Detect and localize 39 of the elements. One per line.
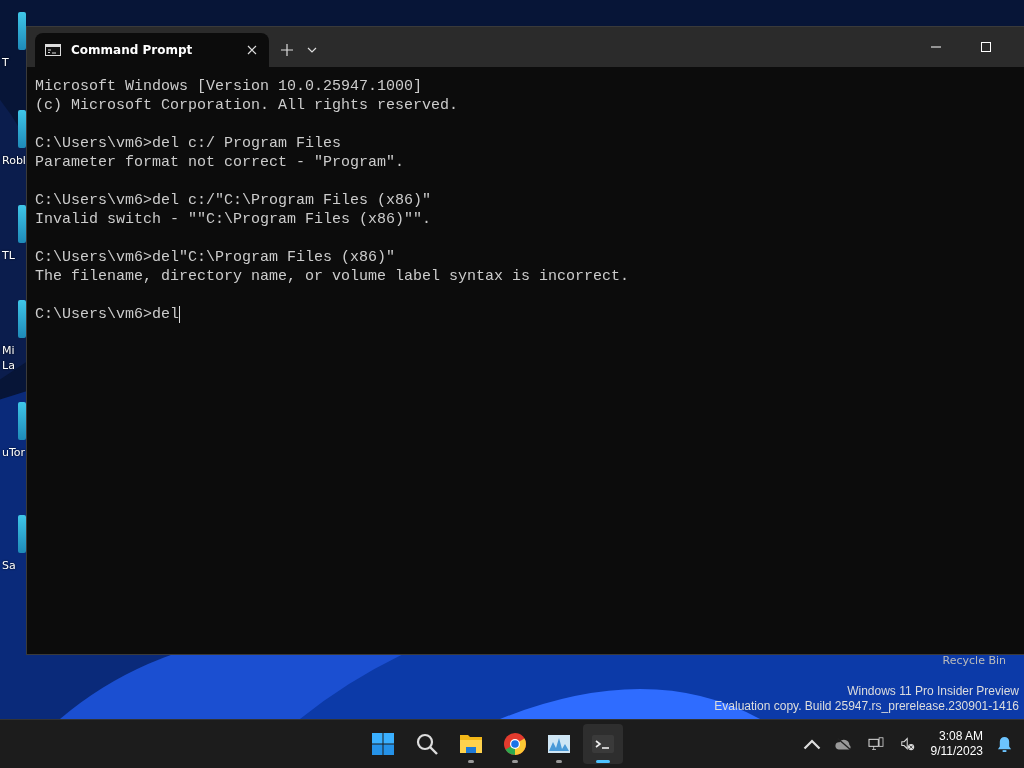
search-icon[interactable] (414, 732, 439, 756)
folder-icon[interactable] (458, 732, 483, 756)
windows-logo-icon[interactable] (370, 732, 395, 756)
volume-muted-icon[interactable] (898, 737, 917, 751)
browser-icon[interactable] (502, 732, 527, 756)
cloud-off-icon[interactable] (834, 737, 853, 751)
desktop-icon-label[interactable]: uTor (2, 445, 26, 460)
taskbar-app[interactable] (582, 724, 623, 764)
console-line: Microsoft Windows [Version 10.0.25947.1000] (35, 77, 423, 96)
console-line: C:\Users\vm6>del c:/ Program Files (35, 134, 342, 153)
network-icon[interactable] (866, 737, 885, 751)
console-line: C:\Users\vm6>del (35, 305, 180, 324)
desktop-icon-label[interactable]: TL (2, 248, 15, 263)
chevron-up-icon[interactable] (802, 737, 821, 751)
bell-icon[interactable] (997, 735, 1012, 753)
close-icon[interactable] (247, 45, 257, 55)
desktop-icon-label[interactable]: Sa (2, 558, 16, 573)
text-cursor (179, 306, 181, 323)
console-line: Invalid switch - ""C:\Program Files (x86)"". (35, 210, 432, 229)
clock-time[interactable]: 3:08 AM (938, 729, 983, 744)
console-line: The filename, directory name, or volume label syntax is incorrect. (35, 267, 630, 286)
desktop-icon-label[interactable]: T (2, 55, 9, 70)
clock-date[interactable]: 9/11/2023 (930, 744, 983, 759)
console-line: C:\Users\vm6>del c:/"C:\Program Files (x86)" (35, 191, 432, 210)
new-tab-icon[interactable] (281, 44, 293, 56)
command-prompt-icon (45, 44, 61, 56)
console-line: C:\Users\vm6>del"C:\Program Files (x86)" (35, 248, 396, 267)
watermark-text: Windows 11 Pro Insider Preview (847, 684, 1019, 699)
console-line: (c) Microsoft Corporation. All rights reserved. (35, 96, 459, 115)
performance-graph-icon[interactable] (546, 732, 571, 756)
maximize-icon[interactable] (981, 42, 991, 52)
watermark-text: Evaluation copy. Build 25947.rs_prerelease.230901-1416 (714, 699, 1019, 714)
terminal-icon[interactable] (590, 732, 615, 756)
recycle-bin-label[interactable]: Recycle Bin (942, 654, 1006, 667)
desktop-icon-label[interactable]: Robl (2, 153, 26, 168)
dropdown-caret-icon[interactable] (307, 47, 317, 53)
terminal-tab[interactable]: Command Prompt (35, 33, 269, 67)
console-line: Parameter format not correct - "Program". (35, 153, 405, 172)
desktop-icon-label[interactable]: Mi La (2, 343, 15, 373)
